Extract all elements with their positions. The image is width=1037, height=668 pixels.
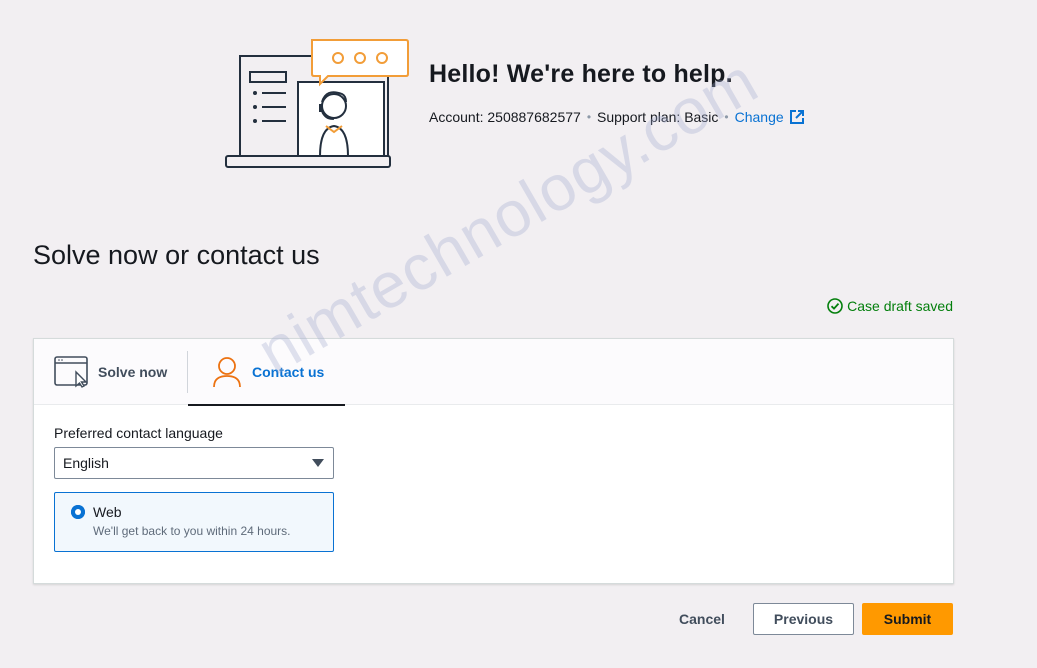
tab-solve-now-label: Solve now (98, 364, 168, 380)
contact-card: Solve now Contact us Preferred contact l… (33, 338, 954, 584)
submit-button[interactable]: Submit (862, 603, 953, 635)
draft-status-text: Case draft saved (847, 298, 953, 314)
account-id: Account: 250887682577 (429, 109, 581, 125)
contact-method-description: We'll get back to you within 24 hours. (93, 524, 291, 538)
radio-selected-icon[interactable] (71, 505, 85, 519)
person-icon (212, 356, 242, 388)
change-plan-label: Change (734, 109, 784, 125)
section-title: Solve now or contact us (33, 240, 320, 270)
browser-cursor-icon (54, 356, 88, 388)
cancel-button[interactable]: Cancel (668, 603, 736, 635)
tab-contact-us-label: Contact us (252, 364, 325, 380)
tab-solve-now[interactable]: Solve now (34, 339, 187, 405)
language-select-value: English (63, 455, 109, 471)
support-agent-illustration (225, 39, 409, 168)
separator: • (586, 110, 592, 124)
previous-button[interactable]: Previous (753, 603, 854, 635)
check-circle-icon (827, 298, 843, 314)
support-plan: Support plan: Basic (597, 109, 719, 125)
change-plan-link[interactable]: Change (735, 109, 804, 125)
tab-bar: Solve now Contact us (34, 339, 953, 406)
separator: • (724, 110, 729, 124)
contact-method-title: Web (93, 504, 122, 520)
contact-method-web[interactable]: Web We'll get back to you within 24 hour… (54, 492, 334, 552)
hero-title: Hello! We're here to help. (429, 60, 733, 88)
account-info: Account: 250887682577 • Support plan: Ba… (429, 109, 804, 125)
support-page: Hello! We're here to help. Account: 2508… (0, 0, 1037, 668)
caret-down-icon (312, 459, 324, 467)
tab-contact-us[interactable]: Contact us (188, 339, 345, 406)
draft-status: Case draft saved (827, 298, 953, 314)
external-link-icon (789, 110, 804, 124)
language-label: Preferred contact language (54, 425, 223, 441)
language-select[interactable]: English (54, 447, 334, 479)
